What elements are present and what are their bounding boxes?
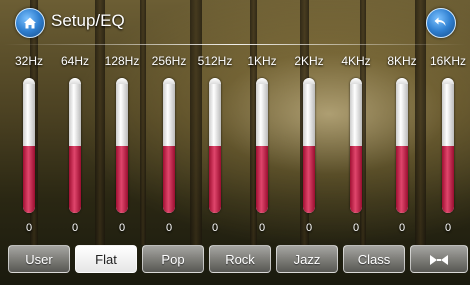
band-gain-value: 0 xyxy=(71,222,79,234)
band-frequency-label: 4KHz xyxy=(341,54,371,68)
band-gain-value: 0 xyxy=(211,222,219,234)
slider-fill xyxy=(350,145,362,213)
band-slider[interactable] xyxy=(303,78,315,213)
back-button[interactable] xyxy=(426,8,456,38)
eq-band: 1KHz 0 xyxy=(239,54,285,244)
slider-fill xyxy=(116,145,128,213)
slider-fill xyxy=(303,145,315,213)
band-frequency-label: 512Hz xyxy=(197,54,233,68)
slider-fill xyxy=(256,145,268,213)
slider-fill xyxy=(209,145,221,213)
band-gain-value: 0 xyxy=(305,222,313,234)
header-bar: Setup/EQ xyxy=(0,0,470,46)
slider-cap xyxy=(23,78,35,84)
band-gain-value: 0 xyxy=(352,222,360,234)
band-slider[interactable] xyxy=(69,78,81,213)
preset-flat-button[interactable]: Flat xyxy=(75,245,137,273)
slider-fill xyxy=(396,145,408,213)
slider-cap xyxy=(350,78,362,84)
band-frequency-label: 32Hz xyxy=(14,54,43,68)
preset-rock-button[interactable]: Rock xyxy=(209,245,271,273)
slider-cap xyxy=(442,78,454,84)
band-slider[interactable] xyxy=(350,78,362,213)
band-slider[interactable] xyxy=(442,78,454,213)
band-slider[interactable] xyxy=(256,78,268,213)
slider-cap xyxy=(303,78,315,84)
preset-class-button[interactable]: Class xyxy=(343,245,405,273)
band-gain-value: 0 xyxy=(118,222,126,234)
band-gain-value: 0 xyxy=(398,222,406,234)
balance-button[interactable] xyxy=(410,245,468,273)
eq-band: 2KHz 0 xyxy=(286,54,332,244)
band-frequency-label: 64Hz xyxy=(60,54,89,68)
eq-band: 256Hz 0 xyxy=(146,54,192,244)
slider-fill xyxy=(23,145,35,213)
band-slider[interactable] xyxy=(209,78,221,213)
header-divider xyxy=(4,44,466,45)
band-slider[interactable] xyxy=(163,78,175,213)
band-gain-value: 0 xyxy=(444,222,452,234)
preset-jazz-button[interactable]: Jazz xyxy=(276,245,338,273)
eq-band: 64Hz 0 xyxy=(52,54,98,244)
preset-pop-button[interactable]: Pop xyxy=(142,245,204,273)
band-gain-value: 0 xyxy=(165,222,173,234)
band-frequency-label: 128Hz xyxy=(104,54,140,68)
page-title: Setup/EQ xyxy=(51,11,125,30)
preset-user-button[interactable]: User xyxy=(8,245,70,273)
band-gain-value: 0 xyxy=(25,222,33,234)
slider-fill xyxy=(163,145,175,213)
slider-cap xyxy=(209,78,221,84)
slider-cap xyxy=(116,78,128,84)
band-gain-value: 0 xyxy=(258,222,266,234)
bowtie-adjust-icon xyxy=(430,255,448,265)
slider-cap xyxy=(69,78,81,84)
band-frequency-label: 1KHz xyxy=(247,54,277,68)
eq-band: 16KHz 0 xyxy=(425,54,470,244)
slider-fill xyxy=(69,145,81,213)
band-frequency-label: 2KHz xyxy=(294,54,324,68)
slider-cap xyxy=(396,78,408,84)
band-frequency-label: 256Hz xyxy=(151,54,187,68)
home-button[interactable] xyxy=(15,8,45,38)
band-slider[interactable] xyxy=(116,78,128,213)
eq-band: 128Hz 0 xyxy=(99,54,145,244)
slider-cap xyxy=(163,78,175,84)
eq-band: 32Hz 0 xyxy=(6,54,52,244)
eq-band: 512Hz 0 xyxy=(192,54,238,244)
back-arrow-icon xyxy=(434,17,446,26)
band-frequency-label: 16KHz xyxy=(429,54,467,68)
band-slider[interactable] xyxy=(396,78,408,213)
band-slider[interactable] xyxy=(23,78,35,213)
eq-band: 4KHz 0 xyxy=(333,54,379,244)
slider-fill xyxy=(442,145,454,213)
preset-bar: User Flat Pop Rock Jazz Class xyxy=(8,245,468,275)
eq-band: 8KHz 0 xyxy=(379,54,425,244)
slider-cap xyxy=(256,78,268,84)
band-frequency-label: 8KHz xyxy=(387,54,417,68)
home-icon xyxy=(24,17,36,29)
